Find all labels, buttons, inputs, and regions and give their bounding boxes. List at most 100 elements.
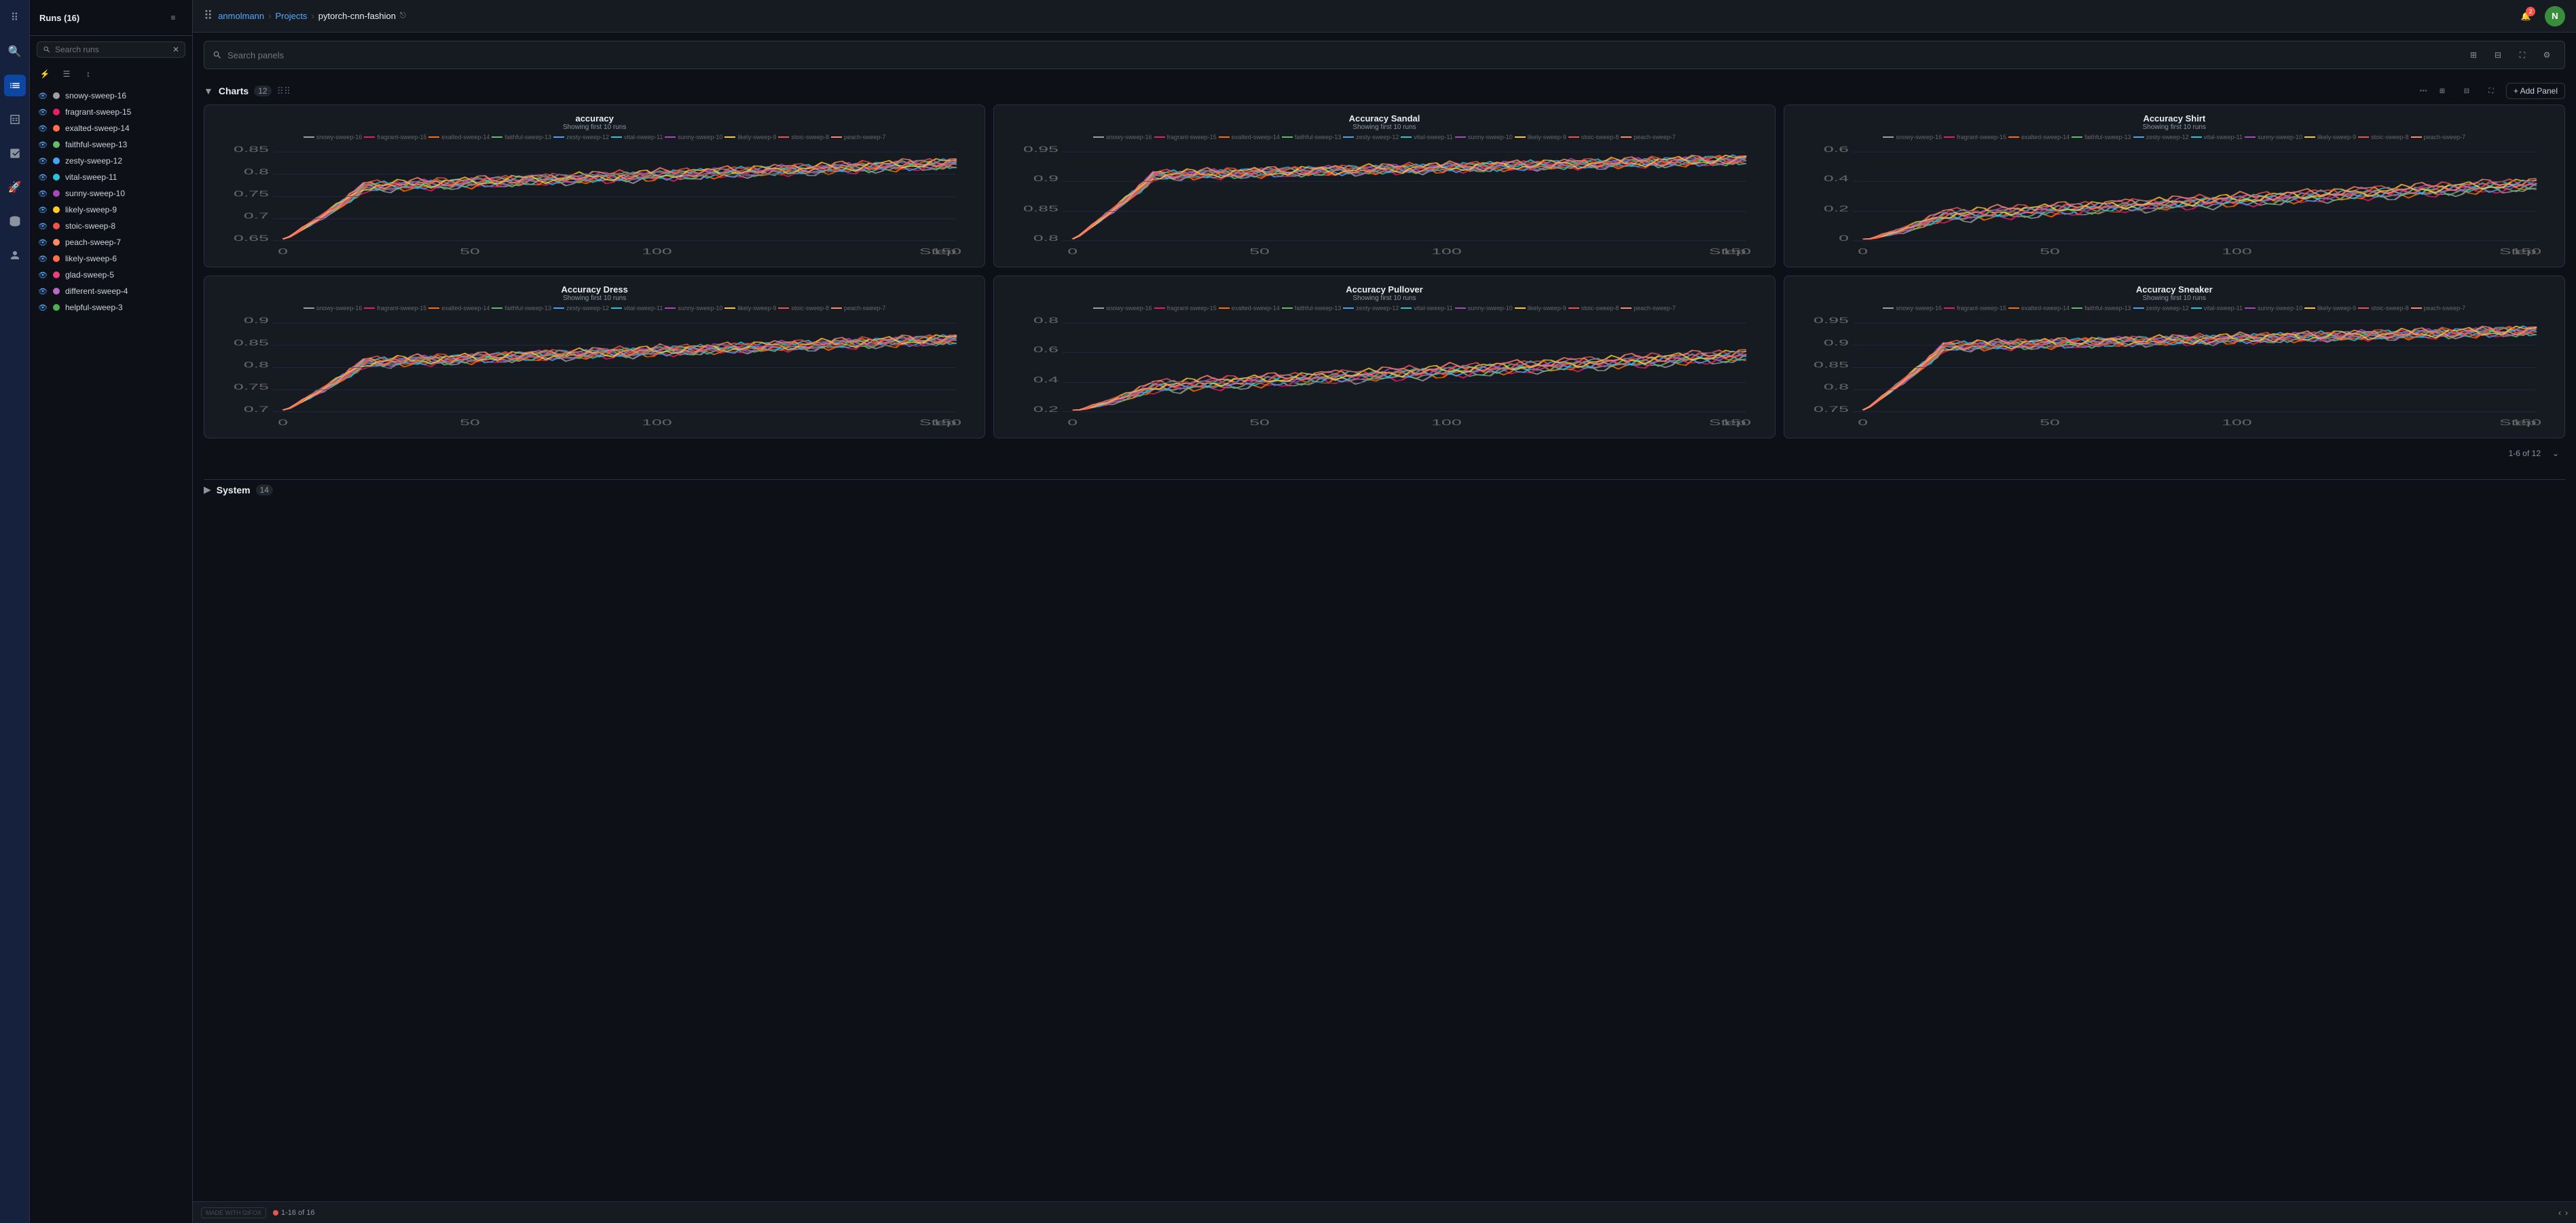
settings-icon[interactable]: ⚙ [2537,45,2556,64]
svg-text:0.85: 0.85 [1023,204,1059,213]
run-item[interactable]: 👁 snowy-sweep-16 [30,88,192,104]
legend-item: vital-sweep-11 [1401,134,1452,140]
grid-icon[interactable]: ⠿ [4,7,26,29]
run-visibility-icon[interactable]: 👁 [38,287,48,296]
run-item[interactable]: 👁 likely-sweep-6 [30,250,192,267]
breadcrumb-project: pytorch-cnn-fashion [318,11,396,21]
svg-text:Step: Step [919,247,957,256]
run-visibility-icon[interactable]: 👁 [38,157,48,166]
run-item[interactable]: 👁 peach-sweep-7 [30,234,192,250]
table-icon[interactable] [4,109,26,130]
legend-item: snowy-sweep-16 [303,305,363,312]
legend-item: fragrant-sweep-15 [364,305,426,312]
rocket-icon[interactable]: 🚀 [4,176,26,198]
svg-text:0.8: 0.8 [1033,316,1059,325]
run-visibility-icon[interactable]: 👁 [38,303,48,312]
system-section-title: System [217,485,251,495]
run-item[interactable]: 👁 helpful-sweep-3 [30,299,192,316]
chart-card[interactable]: Accuracy Shirt Showing first 10 runs sno… [1784,105,2565,267]
run-visibility-icon[interactable]: 👁 [38,238,48,247]
svg-text:0.8: 0.8 [244,360,269,369]
legend-item: peach-sweep-7 [2411,134,2466,140]
run-item[interactable]: 👁 exalted-sweep-14 [30,120,192,136]
run-visibility-icon[interactable]: 👁 [38,92,48,100]
run-item[interactable]: 👁 sunny-sweep-10 [30,185,192,202]
db-icon[interactable] [4,210,26,232]
chart-y-icon[interactable]: ⊟ [2488,45,2507,64]
chart-subtitle: Showing first 10 runs [1002,124,1766,131]
run-item[interactable]: 👁 zesty-sweep-12 [30,153,192,169]
svg-text:0.75: 0.75 [234,189,269,198]
run-item[interactable]: 👁 different-sweep-4 [30,283,192,299]
run-item[interactable]: 👁 likely-sweep-9 [30,202,192,218]
run-name-label: zesty-sweep-12 [65,156,122,166]
run-color-dot [53,174,60,181]
chart-lines [1073,350,1746,410]
clear-search-icon[interactable]: ✕ [172,45,179,54]
panel-search-input[interactable] [227,50,2459,60]
run-visibility-icon[interactable]: 👁 [38,255,48,263]
hamburger-icon[interactable]: ⠿ [204,9,213,23]
run-item[interactable]: 👁 glad-sweep-5 [30,267,192,283]
legend-item: sunny-sweep-10 [665,134,722,140]
add-panel-button[interactable]: + Add Panel [2506,83,2565,99]
external-link-icon[interactable]: ⎋ [400,12,406,20]
chart-card[interactable]: accuracy Showing first 10 runs snowy-swe… [204,105,985,267]
chart-card[interactable]: Accuracy Pullover Showing first 10 runs … [993,276,1775,438]
run-visibility-icon[interactable]: 👁 [38,189,48,198]
section-chart-x-icon[interactable]: ⊞ [2433,81,2452,100]
avatar[interactable]: N [2545,6,2565,26]
run-visibility-icon[interactable]: 👁 [38,222,48,231]
chart-subtitle: Showing first 10 runs [1792,124,2556,131]
legend-item: faithful-sweep-13 [492,134,551,140]
svg-text:Step: Step [1709,247,1746,256]
system-section-header[interactable]: ▶ System 14 [204,479,2565,500]
sidebar-search-input[interactable] [55,45,168,54]
legend-item: vital-sweep-11 [611,134,663,140]
run-visibility-icon[interactable]: 👁 [38,206,48,214]
drag-handle[interactable]: ⠿⠿ [277,86,291,97]
svg-text:0.2: 0.2 [1824,204,1849,213]
chart-card[interactable]: Accuracy Sneaker Showing first 10 runs s… [1784,276,2565,438]
system-section-count: 14 [256,485,273,495]
chart-x-icon[interactable]: ⊞ [2464,45,2483,64]
run-item[interactable]: 👁 stoic-sweep-8 [30,218,192,234]
runs-icon[interactable] [4,75,26,96]
panel-area: ⊞ ⊟ ⛶ ⚙ ▼ Charts 12 ⠿⠿ ••• ⊞ ⊟ ⛶ + Add P… [193,33,2576,1201]
run-visibility-icon[interactable]: 👁 [38,271,48,280]
sidebar-search[interactable]: ✕ [37,41,185,58]
columns-icon[interactable]: ☰ [58,66,75,82]
chart-card[interactable]: Accuracy Dress Showing first 10 runs sno… [204,276,985,438]
search-icon[interactable]: 🔍 [4,41,26,62]
section-expand-icon[interactable]: ⛶ [2482,81,2501,100]
svg-text:0: 0 [1068,247,1078,256]
more-icon[interactable]: ••• [2419,87,2427,95]
next-page-arrow[interactable]: › [2565,1208,2568,1218]
legend-item: sunny-sweep-10 [2245,134,2302,140]
breadcrumb-user[interactable]: anmolmann [218,11,264,21]
expand-section-icon[interactable]: ⌄ [2546,444,2565,463]
run-visibility-icon[interactable]: 👁 [38,108,48,117]
run-visibility-icon[interactable]: 👁 [38,173,48,182]
run-visibility-icon[interactable]: 👁 [38,124,48,133]
chart-legend: snowy-sweep-16 fragrant-sweep-15 exalted… [1792,134,2556,140]
run-item[interactable]: 👁 faithful-sweep-13 [30,136,192,153]
sort-icon[interactable]: ↕ [80,66,96,82]
run-item[interactable]: 👁 fragrant-sweep-15 [30,104,192,120]
chart-card[interactable]: Accuracy Sandal Showing first 10 runs sn… [993,105,1775,267]
prev-page-arrow[interactable]: ‹ [2558,1208,2561,1218]
run-name-label: stoic-sweep-8 [65,221,115,231]
svg-text:0: 0 [1068,418,1078,427]
run-item[interactable]: 👁 vital-sweep-11 [30,169,192,185]
sidebar-view-toggle[interactable]: ≡ [164,8,183,27]
person-icon[interactable] [4,244,26,266]
chart-icon[interactable] [4,143,26,164]
run-visibility-icon[interactable]: 👁 [38,140,48,149]
expand-icon[interactable]: ⛶ [2513,45,2532,64]
notifications-button[interactable]: 🔔 2 [2515,5,2537,27]
charts-section-header[interactable]: ▼ Charts 12 ⠿⠿ ••• ⊞ ⊟ ⛶ + Add Panel [204,77,2565,105]
svg-text:50: 50 [2040,418,2060,427]
breadcrumb-projects[interactable]: Projects [275,11,307,21]
section-chart-y-icon[interactable]: ⊟ [2457,81,2476,100]
filter-icon[interactable]: ⚡ [37,66,53,82]
